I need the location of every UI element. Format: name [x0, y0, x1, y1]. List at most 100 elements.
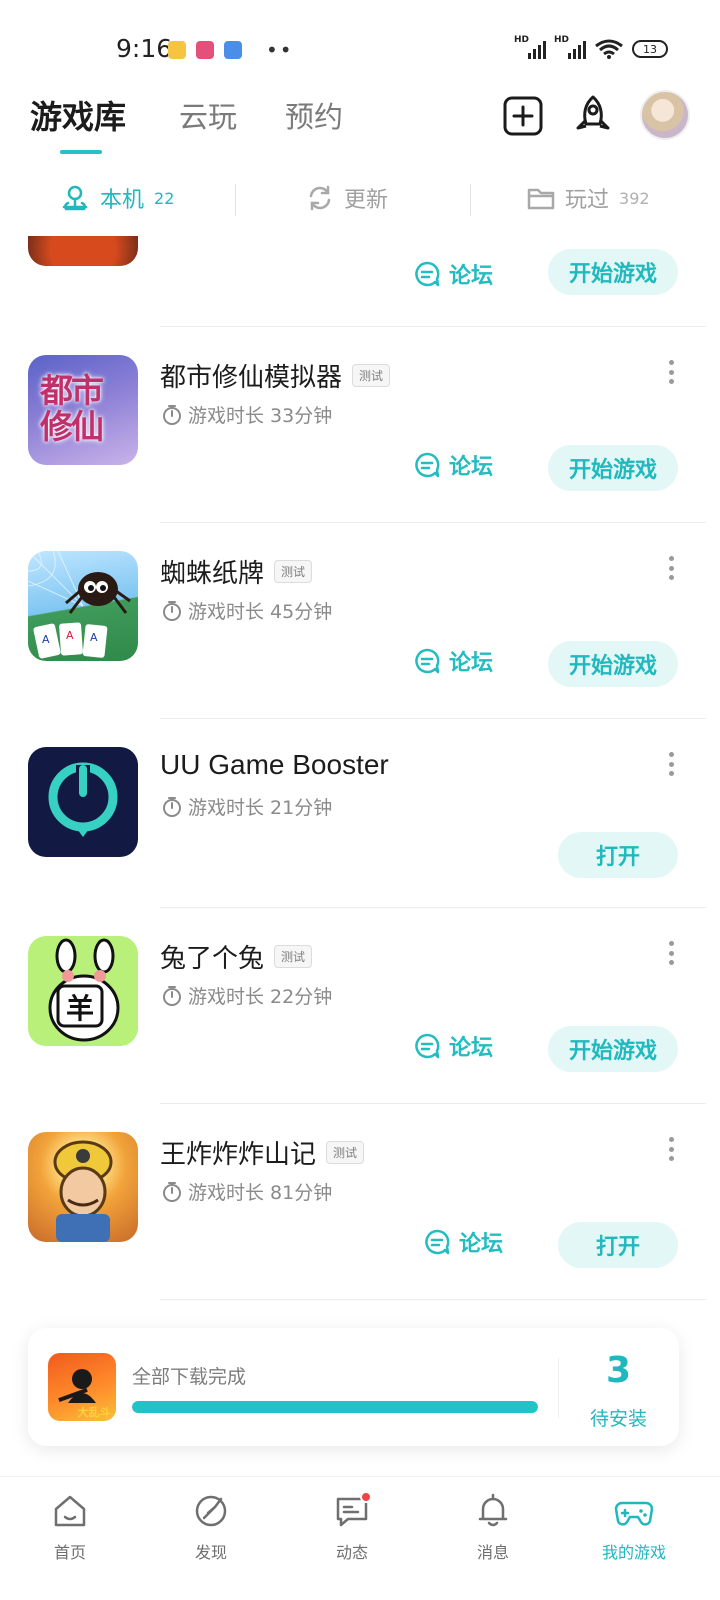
playtime: 游戏时长 21分钟 [162, 793, 332, 820]
start-game-button[interactable]: 开始游戏 [548, 249, 678, 295]
nav-feed[interactable]: 动态 [302, 1491, 402, 1563]
active-tab-indicator [60, 150, 102, 154]
more-options-icon[interactable] [664, 357, 678, 387]
forum-button[interactable]: 论坛 [413, 645, 493, 677]
forum-icon [415, 648, 440, 674]
game-icon[interactable]: 羊 [28, 936, 138, 1046]
test-badge: 测试 [274, 560, 313, 583]
game-icon[interactable] [28, 1132, 138, 1242]
forum-icon [415, 261, 440, 287]
shop-notification-icon [196, 41, 214, 59]
timer-icon [163, 796, 181, 817]
game-icon[interactable]: 都市修仙 [28, 355, 138, 465]
svg-text:A: A [42, 633, 50, 646]
list-item[interactable]: UU Game Booster 游戏时长 21分钟 打开 [0, 719, 720, 908]
local-device-icon [62, 185, 88, 211]
rocket-icon[interactable] [571, 94, 615, 138]
status-indicators: HD HD 13 [514, 35, 668, 60]
nav-discover[interactable]: 发现 [161, 1491, 261, 1563]
forum-icon [415, 452, 440, 478]
subtab-local[interactable]: 本机 22 [60, 182, 174, 214]
list-item[interactable]: 王炸炸炸山记 测试 游戏时长 81分钟 论坛 打开 [0, 1104, 720, 1300]
refresh-icon [309, 185, 331, 211]
download-progress-bar [132, 1401, 538, 1413]
open-app-button[interactable]: 打开 [558, 832, 678, 878]
start-game-button[interactable]: 开始游戏 [548, 445, 678, 491]
forum-icon [415, 1033, 440, 1059]
more-options-icon[interactable] [664, 749, 678, 779]
forum-icon [425, 1229, 450, 1255]
download-game-icon: 大乱斗 [48, 1353, 116, 1421]
more-options-icon[interactable] [664, 553, 678, 583]
playtime: 游戏时长 81分钟 [162, 1178, 332, 1205]
list-item[interactable]: A A A 蜘蛛纸牌 测试 游戏时长 45分钟 论坛 开始游戏 [0, 523, 720, 719]
playtime: 游戏时长 33分钟 [162, 401, 332, 428]
svg-text:羊: 羊 [66, 992, 94, 1025]
forum-button[interactable]: 论坛 [413, 1030, 493, 1062]
gamepad-icon [614, 1501, 654, 1526]
tab-game-library[interactable]: 游戏库 [30, 92, 126, 138]
timer-icon [163, 1181, 181, 1202]
library-filter-tabs: 本机 22 更新 玩过 392 [0, 170, 720, 230]
subtab-played[interactable]: 玩过 392 [527, 182, 650, 214]
game-title: 蜘蛛纸牌 测试 [160, 553, 313, 590]
message-notification-icon [168, 41, 186, 59]
download-progress-fill [132, 1401, 538, 1413]
folder-icon [527, 188, 555, 210]
notification-badge [360, 1491, 372, 1503]
start-game-button[interactable]: 开始游戏 [548, 1026, 678, 1072]
add-game-icon[interactable] [503, 96, 543, 136]
list-item[interactable]: 论坛 开始游戏 [0, 236, 720, 327]
header: 游戏库 云玩 预约 [0, 88, 720, 158]
nav-home[interactable]: 首页 [20, 1491, 120, 1563]
tab-cloud-play[interactable]: 云玩 [179, 94, 237, 136]
download-status-text: 全部下载完成 [132, 1366, 247, 1388]
download-status-card[interactable]: 大乱斗 全部下载完成 3 待安装 [28, 1328, 679, 1446]
list-item[interactable]: 羊 兔了个兔 测试 游戏时长 22分钟 论坛 开始游戏 [0, 908, 720, 1104]
more-options-icon[interactable] [664, 1134, 678, 1164]
test-badge: 测试 [326, 1141, 365, 1164]
game-icon[interactable]: A A A [28, 551, 138, 661]
shop-notification-icon [224, 41, 242, 59]
avatar[interactable] [640, 90, 690, 140]
forum-button[interactable]: 论坛 [413, 449, 493, 481]
timer-icon [163, 600, 181, 621]
nav-my-games[interactable]: 我的游戏 [584, 1491, 684, 1563]
more-options-icon[interactable] [664, 938, 678, 968]
test-badge: 测试 [274, 945, 313, 968]
svg-text:大乱斗: 大乱斗 [78, 1405, 111, 1419]
signal-icon: HD [554, 35, 586, 59]
list-item[interactable]: 都市修仙 都市修仙模拟器 测试 游戏时长 33分钟 论坛 开始游戏 [0, 327, 720, 523]
forum-button[interactable]: 论坛 [413, 258, 493, 290]
pending-install-label[interactable]: 待安装 [558, 1404, 679, 1431]
more-notifications-icon: •• [266, 38, 294, 62]
tab-reservations[interactable]: 预约 [285, 94, 343, 136]
game-title: UU Game Booster [160, 749, 389, 780]
divider [235, 184, 236, 216]
bell-icon [478, 1493, 508, 1527]
divider [160, 1299, 706, 1300]
bottom-navigation: 首页 发现 动态 消息 我的游戏 [0, 1476, 720, 1600]
timer-icon [163, 404, 181, 425]
game-title: 都市修仙模拟器 测试 [160, 357, 391, 394]
start-game-button[interactable]: 开始游戏 [548, 641, 678, 687]
game-icon[interactable] [28, 747, 138, 857]
notification-icons: •• [168, 38, 294, 62]
nav-messages[interactable]: 消息 [443, 1491, 543, 1563]
wifi-icon [595, 39, 623, 59]
svg-text:A: A [90, 631, 98, 644]
pending-install-count[interactable]: 3 [558, 1350, 679, 1391]
signal-icon: HD [514, 35, 546, 59]
game-list: 论坛 开始游戏 都市修仙 都市修仙模拟器 测试 游戏时长 33分钟 论坛 开始游… [0, 236, 720, 1326]
game-title: 兔了个兔 测试 [160, 938, 313, 975]
status-bar: 9:16 •• HD HD 13 [0, 0, 720, 96]
playtime: 游戏时长 45分钟 [162, 597, 332, 624]
subtab-updates[interactable]: 更新 [306, 182, 388, 214]
timer-icon [163, 985, 181, 1006]
game-icon[interactable] [28, 236, 138, 266]
status-time: 9:16 [116, 34, 173, 63]
forum-button[interactable]: 论坛 [423, 1226, 503, 1258]
open-app-button[interactable]: 打开 [558, 1222, 678, 1268]
home-icon [54, 1495, 86, 1527]
playtime: 游戏时长 22分钟 [162, 982, 332, 1009]
